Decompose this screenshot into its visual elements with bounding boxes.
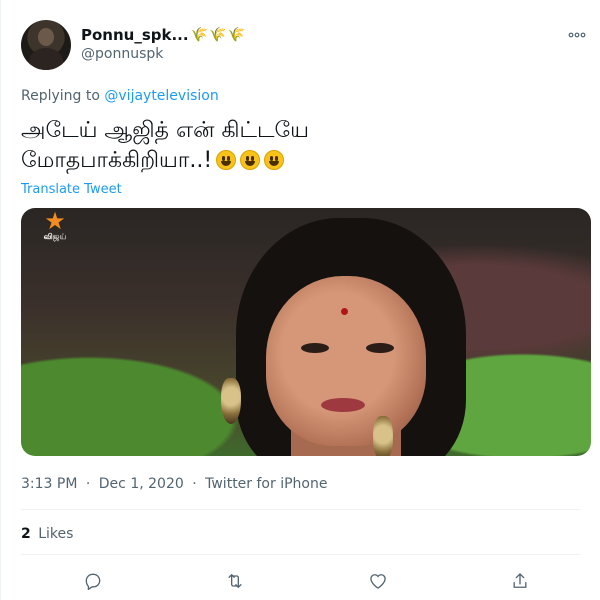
photo-left-eye-shape	[301, 343, 329, 353]
retweet-button[interactable]	[220, 566, 250, 596]
tweet-text-line-2: மோதபாக்கிறியா..!	[21, 148, 213, 173]
likes-count: 2	[21, 526, 31, 542]
tweet-text: அடேய் ஆஜித் என் கிட்டயே மோதபாக்கிறியா..!	[21, 116, 581, 176]
author-display-name[interactable]: Ponnu_spk...	[81, 26, 189, 44]
reply-icon	[85, 573, 101, 590]
replying-to: Replying to @vijaytelevision	[21, 88, 219, 104]
author-handle[interactable]: @ponnuspk	[81, 46, 163, 62]
photo-bindi-shape	[341, 308, 348, 315]
avatar[interactable]	[21, 20, 71, 70]
grinning-face-emoji-icon	[240, 150, 261, 170]
meta-separator: ·	[192, 476, 197, 492]
photo-lips-shape	[321, 398, 365, 412]
grinning-face-emoji-icon	[264, 150, 285, 170]
more-icon	[568, 32, 586, 38]
heart-icon	[370, 574, 386, 589]
photo-left-earring-shape	[221, 378, 241, 424]
tweet-actions	[21, 566, 581, 596]
share-button[interactable]	[505, 566, 535, 596]
more-options-button[interactable]	[566, 24, 588, 46]
author-name-emoji: 🌾🌾🌾	[190, 27, 246, 43]
tweet-meta: 3:13 PM · Dec 1, 2020 · Twitter for iPho…	[21, 476, 327, 492]
tweet-text-line-2-row: மோதபாக்கிறியா..!	[21, 146, 581, 176]
meta-separator: ·	[85, 476, 91, 492]
avatar-body-shape	[29, 48, 63, 70]
photo-face-shape	[266, 276, 426, 446]
likes-label: Likes	[38, 526, 74, 542]
translate-tweet-link[interactable]: Translate Tweet	[21, 182, 122, 197]
author-name-row: Ponnu_spk... 🌾🌾🌾	[81, 26, 246, 44]
photo-right-earring-shape	[373, 416, 393, 456]
share-icon	[513, 573, 527, 588]
like-button[interactable]	[363, 566, 393, 596]
retweet-icon	[228, 574, 242, 588]
reply-button[interactable]	[78, 566, 108, 596]
tweet-time[interactable]: 3:13 PM	[21, 476, 77, 492]
tweet-card: Ponnu_spk... 🌾🌾🌾 @ponnuspk Replying to @…	[0, 0, 600, 600]
grinning-face-emoji-icon	[216, 150, 237, 170]
avatar-head-shape	[38, 28, 54, 46]
replying-prefix: Replying to	[21, 88, 100, 104]
star-logo-icon: ★	[44, 208, 66, 235]
channel-logo: ★ விஜய்	[35, 208, 75, 248]
tweet-media-image[interactable]: ★ விஜய்	[21, 208, 591, 456]
divider	[21, 554, 581, 555]
tweet-source[interactable]: Twitter for iPhone	[205, 476, 327, 492]
divider	[21, 509, 581, 510]
tweet-date[interactable]: Dec 1, 2020	[99, 476, 184, 492]
likes-stat[interactable]: 2 Likes	[21, 526, 73, 542]
reply-mention-link[interactable]: @vijaytelevision	[104, 88, 218, 104]
photo-right-eye-shape	[366, 343, 394, 353]
tweet-text-line-1: அடேய் ஆஜித் என் கிட்டயே	[21, 118, 309, 143]
channel-logo-text: விஜய்	[43, 232, 67, 241]
